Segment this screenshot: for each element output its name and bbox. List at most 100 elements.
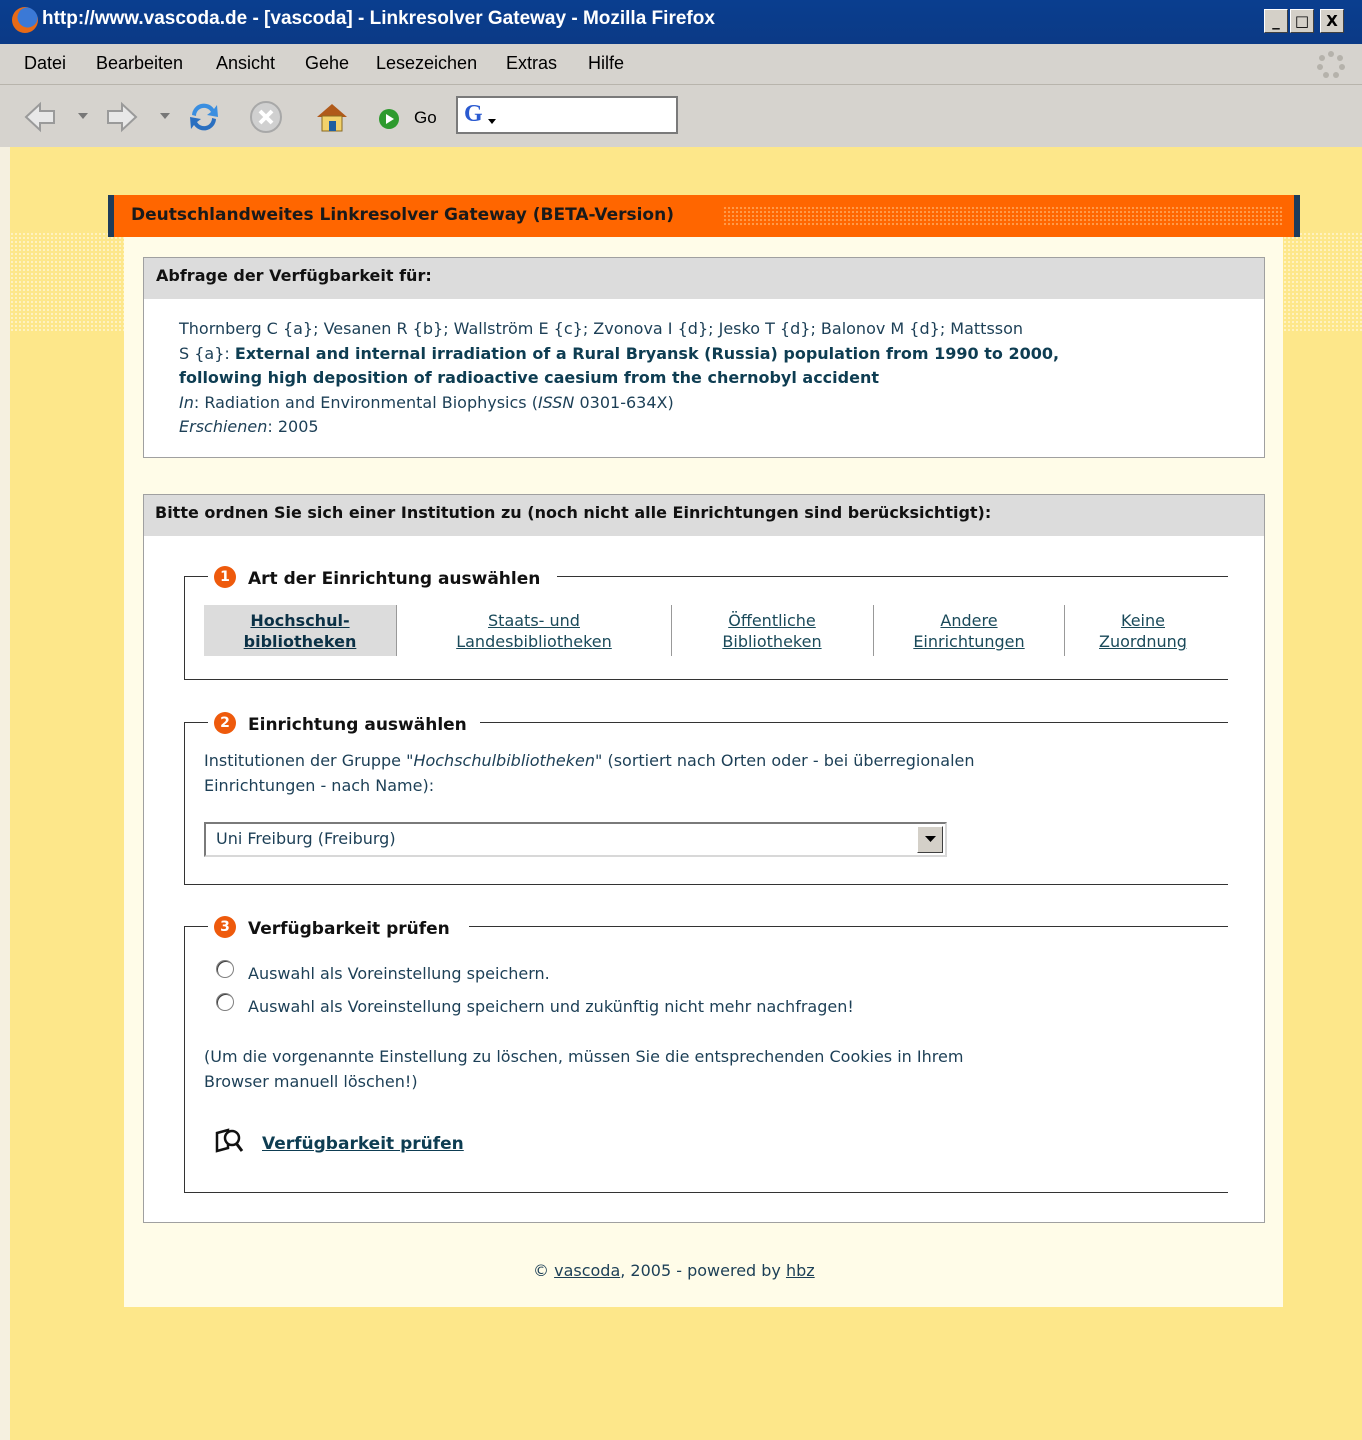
tab-oeffentliche-bibliotheken[interactable]: Öffentliche Bibliotheken bbox=[672, 610, 872, 652]
menu-ansicht[interactable]: Ansicht bbox=[216, 53, 275, 74]
window-titlebar: http://www.vascoda.de - [vascoda] - Link… bbox=[0, 0, 1362, 44]
vascoda-link[interactable]: vascoda bbox=[554, 1261, 620, 1280]
back-dropdown-icon[interactable] bbox=[78, 113, 88, 121]
in-label: In bbox=[179, 392, 194, 412]
go-label[interactable]: Go bbox=[414, 108, 437, 128]
tab-label: Bibliotheken bbox=[722, 632, 822, 651]
desc-group: Hochschulbibliotheken bbox=[413, 751, 595, 770]
cookie-note: (Um die vorgenannte Einstellung zu lösch… bbox=[204, 1045, 1214, 1094]
tab-label: Zuordnung bbox=[1099, 632, 1187, 651]
close-button[interactable]: X bbox=[1320, 9, 1344, 33]
save-default-radio[interactable] bbox=[216, 960, 234, 978]
magnifier-book-icon[interactable] bbox=[214, 1127, 244, 1155]
copyright-symbol: © bbox=[533, 1261, 549, 1280]
step2-description: Institutionen der Gruppe "Hochschulbibli… bbox=[204, 749, 1214, 798]
navigation-toolbar: Go bbox=[0, 85, 1362, 148]
step2-legend: Einrichtung auswählen bbox=[248, 715, 467, 735]
citation: Thornberg C {a}; Vesanen R {b}; Wallströ… bbox=[179, 317, 1259, 440]
menu-gehe[interactable]: Gehe bbox=[305, 53, 349, 74]
citation-authors: Thornberg C {a}; Vesanen R {b}; Wallströ… bbox=[179, 319, 1024, 338]
citation-authors-cont: S {a}: bbox=[179, 343, 235, 363]
menu-bar: Datei Bearbeiten Ansicht Gehe Lesezeiche… bbox=[0, 44, 1362, 85]
save-default-label[interactable]: Auswahl als Voreinstellung speichern. bbox=[248, 964, 550, 983]
tab-andere-einrichtungen[interactable]: Andere Einrichtungen bbox=[874, 610, 1064, 652]
check-availability-link[interactable]: Verfügbarkeit prüfen bbox=[262, 1134, 464, 1154]
forward-icon[interactable] bbox=[104, 99, 140, 135]
fieldset1-border bbox=[184, 679, 1228, 680]
stop-icon[interactable] bbox=[248, 99, 284, 135]
citation-journal: In: Radiation and Environmental Biophysi… bbox=[179, 391, 1259, 416]
step2-desc-line1: Institutionen der Gruppe "Hochschulbibli… bbox=[204, 749, 1214, 774]
tab-label: Öffentliche bbox=[728, 611, 816, 630]
fieldset3-border bbox=[184, 1192, 1228, 1193]
citation-line2: S {a}: External and internal irradiation… bbox=[179, 342, 1259, 367]
menu-bearbeiten[interactable]: Bearbeiten bbox=[96, 53, 183, 74]
tab-label: bibliotheken bbox=[243, 632, 357, 651]
institution-select[interactable]: Uni Freiburg (Freiburg) bbox=[204, 822, 947, 857]
menu-hilfe[interactable]: Hilfe bbox=[588, 53, 624, 74]
chevron-down-icon bbox=[925, 836, 936, 842]
footer: © vascoda, 2005 - powered by hbz bbox=[533, 1261, 815, 1280]
step1-legend: Art der Einrichtung auswählen bbox=[248, 569, 541, 589]
tab-landesbibliotheken[interactable]: Staats- und Landesbibliotheken bbox=[397, 610, 671, 652]
desc-text: Institutionen der Gruppe " bbox=[204, 751, 414, 770]
issn-label: ISSN bbox=[537, 392, 575, 412]
tab-hochschulbibliotheken[interactable]: Hochschul- bibliotheken bbox=[204, 605, 396, 656]
fieldset3-border bbox=[184, 926, 208, 927]
fieldset1-border bbox=[557, 576, 1228, 577]
step2-desc-line2: Einrichtungen - nach Name): bbox=[204, 775, 435, 795]
window-title: http://www.vascoda.de - [vascoda] - Link… bbox=[42, 8, 715, 29]
firefox-icon bbox=[12, 7, 38, 33]
select-dropdown-button[interactable] bbox=[917, 826, 943, 853]
tab-label: Staats- und bbox=[488, 611, 580, 630]
institution-heading: Bitte ordnen Sie sich einer Institution … bbox=[144, 495, 1264, 536]
fieldset2-border bbox=[184, 884, 1228, 885]
go-icon[interactable] bbox=[377, 107, 401, 131]
save-default-noask-radio[interactable] bbox=[216, 993, 234, 1011]
fieldset1-border bbox=[184, 576, 185, 680]
step2-number: 2 bbox=[214, 712, 236, 734]
throbber-icon bbox=[1317, 51, 1345, 78]
journal-prefix: : Radiation and Environmental Biophysics… bbox=[193, 392, 538, 412]
header-bracket-right bbox=[1294, 195, 1300, 237]
fieldset2-border bbox=[184, 722, 185, 885]
menu-extras[interactable]: Extras bbox=[506, 53, 557, 74]
published-label: Erschienen bbox=[179, 417, 268, 436]
tab-keine-zuordnung[interactable]: Keine Zuordnung bbox=[1065, 610, 1221, 652]
journal-issn: 0301-634X) bbox=[574, 392, 674, 412]
fieldset1-border bbox=[184, 576, 208, 577]
save-default-noask-label[interactable]: Auswahl als Voreinstellung speichern und… bbox=[248, 997, 854, 1016]
menu-datei[interactable]: Datei bbox=[24, 53, 66, 74]
search-input[interactable]: G bbox=[456, 96, 678, 134]
citation-line3: following high deposition of radioactive… bbox=[179, 366, 1259, 391]
fieldset3-border bbox=[184, 926, 185, 1193]
back-icon[interactable] bbox=[22, 99, 58, 135]
step1-number: 1 bbox=[214, 566, 236, 588]
search-engine-dropdown-icon[interactable] bbox=[488, 119, 496, 125]
fieldset2-border bbox=[184, 722, 208, 723]
minimize-button[interactable]: _ bbox=[1264, 9, 1288, 33]
citation-title: External and internal irradiation of a R… bbox=[234, 343, 1060, 363]
reload-icon[interactable] bbox=[186, 99, 222, 135]
fieldset2-border bbox=[480, 722, 1228, 723]
hbz-link[interactable]: hbz bbox=[786, 1261, 815, 1280]
step3-legend: Verfügbarkeit prüfen bbox=[248, 919, 450, 939]
home-icon[interactable] bbox=[314, 99, 350, 135]
tab-label: Hochschul- bbox=[250, 611, 350, 630]
fieldset3-border bbox=[469, 926, 1228, 927]
cookie-note-line1: (Um die vorgenannte Einstellung zu lösch… bbox=[204, 1047, 964, 1066]
step3-number: 3 bbox=[214, 916, 236, 938]
footer-text: , 2005 - powered by bbox=[620, 1261, 786, 1280]
published-value: : 2005 bbox=[267, 417, 319, 436]
desc-text: " (sortiert nach Orten oder - bei überre… bbox=[595, 751, 975, 770]
cookie-note-line2: Browser manuell löschen!) bbox=[204, 1071, 418, 1091]
menu-lesezeichen[interactable]: Lesezeichen bbox=[376, 53, 477, 74]
institution-box: Bitte ordnen Sie sich einer Institution … bbox=[143, 494, 1265, 1223]
decor-dots-right bbox=[1283, 232, 1362, 332]
header-dots bbox=[723, 206, 1283, 226]
tab-label: Andere bbox=[940, 611, 998, 630]
search-engine-icon[interactable]: G bbox=[464, 101, 483, 128]
maximize-button[interactable]: □ bbox=[1290, 9, 1314, 33]
gateway-header: Deutschlandweites Linkresolver Gateway (… bbox=[108, 195, 1300, 237]
forward-dropdown-icon[interactable] bbox=[160, 113, 170, 121]
